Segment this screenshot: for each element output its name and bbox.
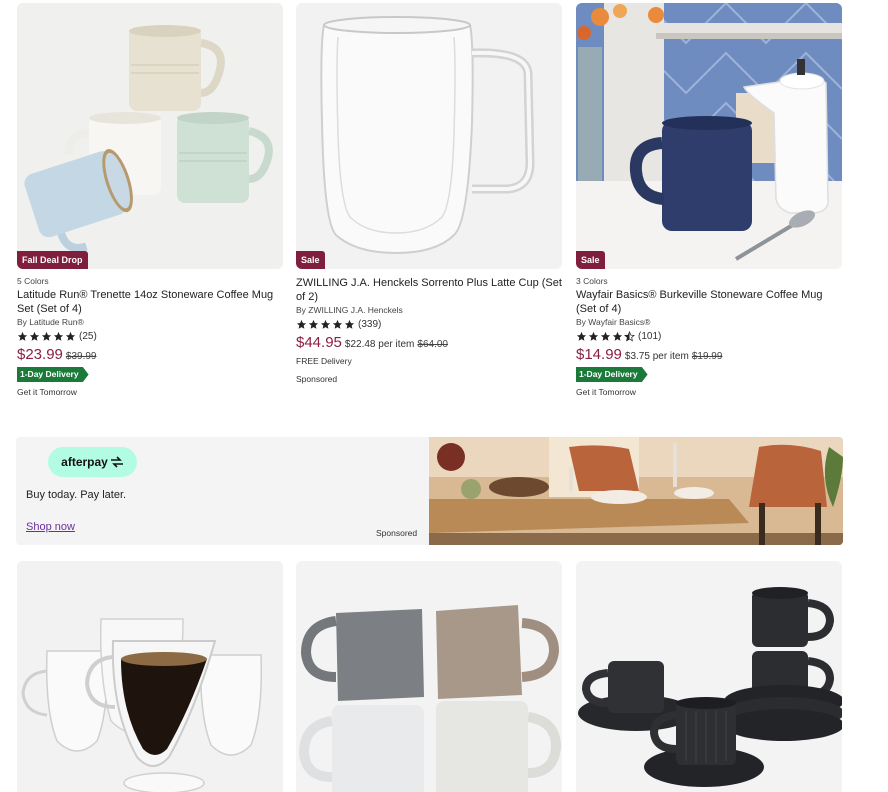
product-image[interactable] <box>17 561 283 792</box>
delivery-note: Get it Tomorrow <box>576 387 636 397</box>
rating: (25) <box>17 329 283 343</box>
afterpay-arrows-icon <box>110 456 123 468</box>
deal-badge: Fall Deal Drop <box>17 251 88 269</box>
product-card[interactable] <box>576 561 842 792</box>
delivery-note: Get it Tomorrow <box>17 387 77 397</box>
product-image[interactable]: Fall Deal Drop <box>17 3 283 269</box>
product-image[interactable] <box>296 561 562 792</box>
star-icon <box>308 319 319 329</box>
original-price: $19.99 <box>691 351 723 362</box>
banner-tagline: Buy today. Pay later. <box>26 489 127 501</box>
rating: (101) <box>576 329 842 343</box>
product-title[interactable]: Latitude Run® Trenette 14oz Stoneware Co… <box>17 288 283 316</box>
star-icon <box>320 319 331 329</box>
product-brand: By Wayfair Basics® <box>576 317 651 327</box>
star-rating <box>296 319 355 330</box>
sponsored-label: Sponsored <box>296 374 338 384</box>
star-icon <box>41 331 52 341</box>
product-card[interactable] <box>296 561 562 792</box>
star-icon <box>65 331 76 341</box>
product-image[interactable]: Sale <box>296 3 562 269</box>
star-rating <box>576 330 635 342</box>
sale-price: $44.95 <box>296 334 342 351</box>
star-icon <box>588 331 599 341</box>
original-price: $39.99 <box>65 351 97 362</box>
sale-badge: Sale <box>296 251 325 269</box>
sale-price: $14.99 <box>576 346 622 363</box>
sponsored-label: Sponsored <box>376 528 418 538</box>
star-icon <box>53 331 64 341</box>
star-rating <box>17 331 76 342</box>
delivery-badge: 1-Day Delivery <box>576 367 648 382</box>
per-item-price: $3.75 per item <box>624 351 689 362</box>
original-price: $64.00 <box>417 339 448 350</box>
product-card[interactable] <box>17 561 283 792</box>
color-count: 5 Colors <box>17 276 49 286</box>
product-image[interactable] <box>576 561 842 792</box>
afterpay-banner[interactable]: afterpay Buy today. Pay later. Shop now … <box>16 437 843 545</box>
product-brand: By ZWILLING J.A. Henckels <box>296 305 403 315</box>
shop-now-link[interactable]: Shop now <box>26 521 75 533</box>
review-count[interactable]: (339) <box>358 319 381 330</box>
review-count[interactable]: (101) <box>638 331 661 342</box>
product-title[interactable]: Wayfair Basics® Burkeville Stoneware Cof… <box>576 288 842 316</box>
star-icon <box>296 319 307 329</box>
banner-image <box>429 437 843 545</box>
product-card[interactable]: Sale ZWILLING J.A. Henckels Sorrento Plu… <box>296 3 562 385</box>
afterpay-logo: afterpay <box>48 447 137 477</box>
star-icon <box>576 331 587 341</box>
per-item-price: $22.48 per item <box>344 339 415 350</box>
product-title[interactable]: ZWILLING J.A. Henckels Sorrento Plus Lat… <box>296 276 562 304</box>
product-card[interactable]: Sale 3 Colors Wayfair Basics® Burkeville… <box>576 3 842 398</box>
delivery-badge: 1-Day Delivery <box>17 367 89 382</box>
star-icon <box>344 319 355 329</box>
sale-price: $23.99 <box>17 346 63 363</box>
color-count: 3 Colors <box>576 276 608 286</box>
half-star-icon <box>624 330 635 341</box>
product-image[interactable]: Sale <box>576 3 842 269</box>
star-icon <box>17 331 28 341</box>
delivery-note: FREE Delivery <box>296 356 352 366</box>
product-brand: By Latitude Run® <box>17 317 84 327</box>
rating: (339) <box>296 317 562 331</box>
sale-badge: Sale <box>576 251 605 269</box>
review-count[interactable]: (25) <box>79 331 97 342</box>
star-icon <box>612 331 623 341</box>
star-icon <box>29 331 40 341</box>
star-icon <box>332 319 343 329</box>
product-card[interactable]: Fall Deal Drop 5 Colors Latitude Run® Tr… <box>17 3 283 398</box>
star-icon <box>600 331 611 341</box>
